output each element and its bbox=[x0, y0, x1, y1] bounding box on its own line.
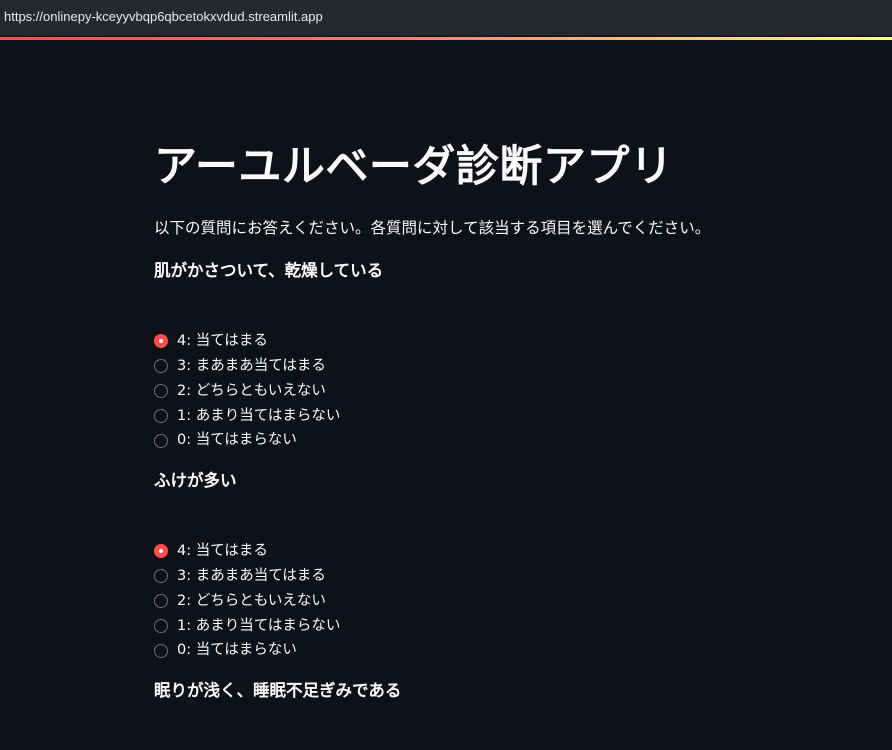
radio-button[interactable] bbox=[154, 544, 168, 559]
radio-button[interactable] bbox=[154, 334, 168, 349]
radio-label: 3: まあまあ当てはまる bbox=[177, 567, 326, 584]
radio-group-2: 4: 当てはまる 3: まあまあ当てはまる 2: どちらともいえない 1: あま… bbox=[154, 539, 554, 663]
radio-label: 4: 当てはまる bbox=[177, 333, 268, 350]
radio-option[interactable]: 0: 当てはまらない bbox=[154, 638, 554, 663]
radio-label: 0: 当てはまらない bbox=[177, 432, 297, 449]
page-title: アーユルベーダ診断アプリ bbox=[154, 142, 674, 192]
radio-option[interactable]: 4: 当てはまる bbox=[154, 539, 554, 564]
radio-option[interactable]: 1: あまり当てはまらない bbox=[154, 613, 554, 638]
radio-button[interactable] bbox=[154, 383, 168, 398]
radio-option[interactable]: 4: 当てはまる bbox=[154, 329, 554, 354]
radio-option[interactable]: 3: まあまあ当てはまる bbox=[154, 354, 554, 379]
radio-button[interactable] bbox=[154, 433, 168, 448]
radio-button[interactable] bbox=[154, 593, 168, 608]
radio-button[interactable] bbox=[154, 643, 168, 658]
address-url[interactable]: https://onlinepy-kceyyvbqp6qbcetokxvdud.… bbox=[4, 9, 323, 24]
browser-address-bar[interactable]: https://onlinepy-kceyyvbqp6qbcetokxvdud.… bbox=[0, 0, 892, 36]
radio-button[interactable] bbox=[154, 618, 168, 633]
radio-option[interactable]: 1: あまり当てはまらない bbox=[154, 403, 554, 428]
radio-option[interactable]: 3: まあまあ当てはまる bbox=[154, 564, 554, 589]
radio-label: 3: まあまあ当てはまる bbox=[177, 357, 326, 374]
intro-text: 以下の質問にお答えください。各質問に対して該当する項目を選んでください。 bbox=[154, 219, 711, 237]
question-heading-2: ふけが多い bbox=[154, 471, 237, 490]
question-heading-3: 眠りが浅く、睡眠不足ぎみである bbox=[154, 681, 402, 700]
radio-label: 0: 当てはまらない bbox=[177, 642, 297, 659]
question-heading-1: 肌がかさついて、乾燥している bbox=[154, 261, 384, 280]
radio-group-1: 4: 当てはまる 3: まあまあ当てはまる 2: どちらともいえない 1: あま… bbox=[154, 329, 554, 453]
radio-label: 1: あまり当てはまらない bbox=[177, 617, 341, 634]
radio-button[interactable] bbox=[154, 359, 168, 374]
radio-label: 1: あまり当てはまらない bbox=[177, 407, 341, 424]
radio-label: 2: どちらともいえない bbox=[177, 382, 326, 399]
app-view: アーユルベーダ診断アプリ 以下の質問にお答えください。各質問に対して該当する項目… bbox=[0, 40, 892, 750]
radio-option[interactable]: 2: どちらともいえない bbox=[154, 589, 554, 614]
radio-option[interactable]: 2: どちらともいえない bbox=[154, 379, 554, 404]
radio-button[interactable] bbox=[154, 569, 168, 584]
radio-button[interactable] bbox=[154, 408, 168, 423]
radio-option[interactable]: 0: 当てはまらない bbox=[154, 428, 554, 453]
radio-label: 2: どちらともいえない bbox=[177, 592, 326, 609]
radio-label: 4: 当てはまる bbox=[177, 543, 268, 560]
